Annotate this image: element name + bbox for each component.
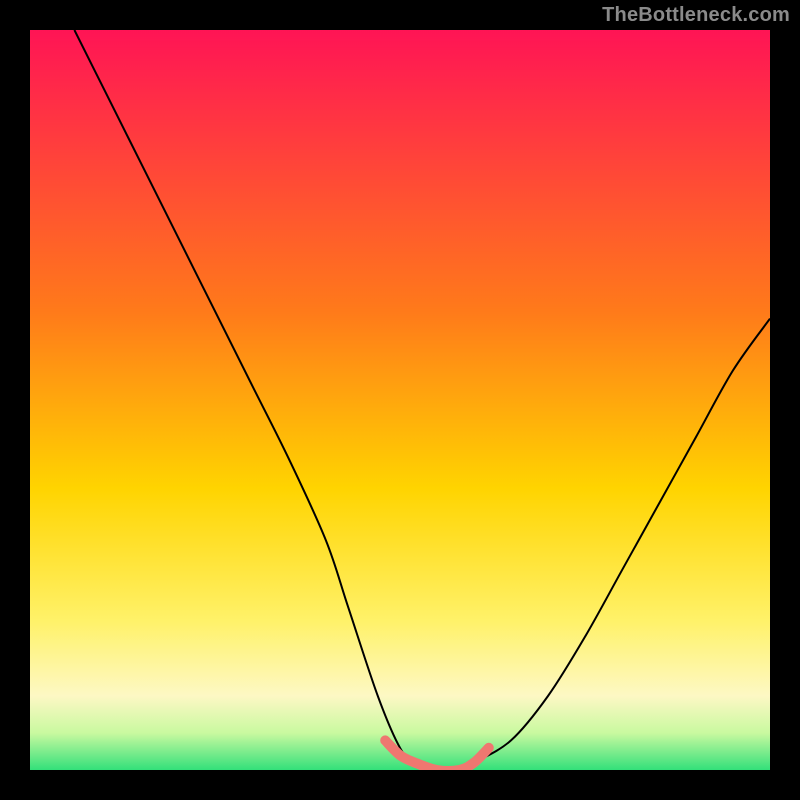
gradient-background (30, 30, 770, 770)
plot-area (30, 30, 770, 770)
watermark-text: TheBottleneck.com (602, 4, 790, 27)
bottleneck-chart (30, 30, 770, 770)
chart-stage: TheBottleneck.com (0, 0, 800, 800)
